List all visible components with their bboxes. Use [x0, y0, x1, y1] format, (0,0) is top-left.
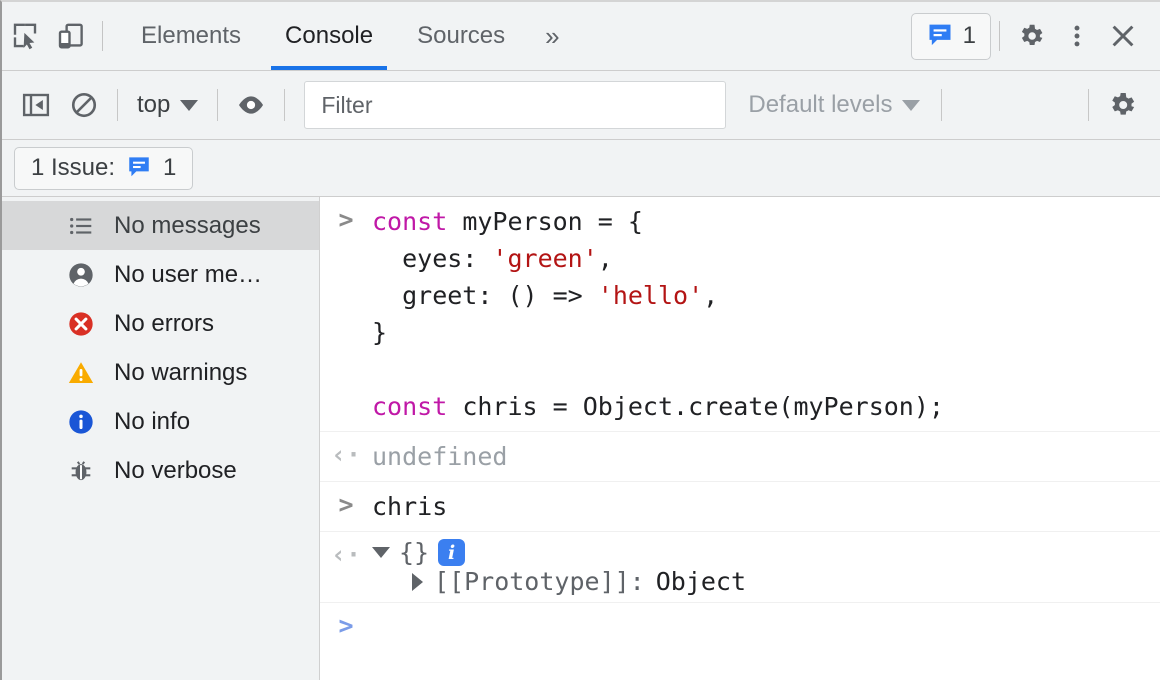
- console-input-code: chris: [372, 492, 448, 521]
- result-undefined-value: undefined: [372, 442, 508, 471]
- filter-input[interactable]: [319, 90, 712, 120]
- tab-sources-label: Sources: [417, 22, 506, 49]
- object-summary-row[interactable]: {} i: [372, 538, 746, 567]
- code-text: myPerson = {: [447, 207, 643, 236]
- tab-bar-actions: 1: [910, 12, 1160, 60]
- console-prompt-row[interactable]: >: [320, 603, 1160, 644]
- input-marker-icon: >: [338, 205, 354, 234]
- prototype-row[interactable]: [[Prototype]]: Object: [372, 567, 746, 596]
- sidebar-item-info-label: No info: [114, 407, 191, 435]
- code-text: chris = Object.create(myPerson);: [447, 392, 944, 421]
- toolbar-divider: [941, 89, 943, 121]
- sidebar-item-errors-label: No errors: [114, 309, 215, 337]
- show-console-sidebar-icon[interactable]: [12, 82, 60, 128]
- tab-elements[interactable]: Elements: [119, 2, 263, 70]
- console-toolbar-actions: [1079, 82, 1160, 128]
- code-text: }: [372, 318, 388, 347]
- sidebar-item-verbose-label: No verbose: [114, 456, 237, 484]
- issues-strip: 1 Issue: 1: [2, 140, 1160, 197]
- input-marker-icon: >: [338, 490, 354, 519]
- list-icon: [66, 211, 96, 241]
- prototype-label: [[Prototype]]:: [434, 567, 645, 596]
- verbose-bug-icon: [66, 456, 96, 486]
- tab-console[interactable]: Console: [263, 2, 395, 70]
- console-sidebar: No messages No user me… No errors No war…: [2, 197, 320, 680]
- info-icon: [66, 407, 96, 437]
- kebab-menu-icon[interactable]: [1054, 13, 1100, 59]
- toolbar-divider: [117, 89, 118, 121]
- warning-icon: [66, 358, 96, 388]
- inspect-cursor-icon[interactable]: [2, 13, 48, 59]
- object-brace: {}: [399, 538, 430, 567]
- sidebar-item-messages-label: No messages: [114, 211, 261, 239]
- sidebar-item-errors[interactable]: No errors: [2, 299, 319, 348]
- user-icon: [66, 260, 96, 290]
- toolbar-divider: [284, 89, 286, 121]
- string-hello: 'hello': [597, 281, 704, 310]
- code-text: ,: [703, 281, 719, 310]
- sidebar-item-user-messages-label: No user me…: [114, 260, 263, 288]
- tab-elements-label: Elements: [141, 22, 242, 49]
- code-text: greet: () =>: [372, 281, 598, 310]
- console-input-entry[interactable]: > const myPerson = { eyes: 'green', gree…: [320, 197, 1160, 432]
- issues-count: 1: [962, 22, 976, 49]
- code-text: ,: [597, 244, 613, 273]
- output-marker-icon: ‹·: [330, 440, 362, 469]
- execution-context-label: top: [137, 91, 171, 118]
- more-tabs-icon[interactable]: »: [527, 21, 574, 52]
- gear-icon[interactable]: [1008, 13, 1054, 59]
- devtools-tab-bar: Elements Console Sources » 1: [2, 2, 1160, 71]
- prototype-value: Object: [655, 567, 747, 596]
- toolbar-divider: [217, 89, 219, 121]
- log-levels-selector[interactable]: Default levels: [736, 91, 932, 119]
- sidebar-item-user-messages[interactable]: No user me…: [2, 250, 319, 299]
- log-levels-label: Default levels: [748, 91, 893, 118]
- sidebar-item-warnings-label: No warnings: [114, 358, 248, 386]
- device-toolbar-icon[interactable]: [48, 13, 94, 59]
- issues-label: 1 Issue:: [31, 154, 116, 181]
- console-toolbar: top Default levels: [2, 71, 1160, 140]
- toolbar-divider: [1088, 89, 1089, 121]
- error-icon: [66, 309, 96, 339]
- console-message-list: > const myPerson = { eyes: 'green', gree…: [320, 197, 1160, 680]
- sidebar-item-info[interactable]: No info: [2, 397, 319, 446]
- issue-bubble-icon: [926, 20, 954, 53]
- expand-triangle-right-icon[interactable]: [412, 572, 423, 591]
- toolbar-divider: [102, 21, 103, 51]
- console-result-undefined: ‹· undefined: [320, 432, 1160, 482]
- sidebar-item-warnings[interactable]: No warnings: [2, 348, 319, 397]
- filter-input-wrapper[interactable]: [304, 81, 727, 129]
- console-settings-gear-icon[interactable]: [1098, 82, 1146, 128]
- string-green: 'green': [492, 244, 598, 273]
- issue-bubble-icon: [126, 153, 152, 184]
- toolbar-divider: [999, 21, 1000, 51]
- devtools-window: Elements Console Sources » 1 top Filter …: [0, 0, 1160, 680]
- console-body: No messages No user me… No errors No war…: [2, 197, 1160, 680]
- chevron-down-icon: [902, 99, 921, 111]
- execution-context-selector[interactable]: top: [127, 91, 208, 119]
- live-expressions-eye-icon[interactable]: [227, 82, 275, 128]
- panel-tabs: Elements Console Sources »: [119, 2, 575, 70]
- console-input-entry[interactable]: > chris: [320, 482, 1160, 532]
- console-input-code: const myPerson = { eyes: 'green', greet:…: [372, 203, 944, 425]
- sidebar-item-messages[interactable]: No messages: [2, 201, 319, 250]
- sidebar-item-verbose[interactable]: No verbose: [2, 446, 319, 495]
- keyword-const: const: [372, 207, 448, 236]
- output-marker-icon: ‹·: [330, 540, 362, 569]
- close-icon[interactable]: [1100, 13, 1146, 59]
- prompt-marker-icon: >: [338, 611, 354, 640]
- console-result-object: ‹· {} i [[Prototype]]: Object: [320, 532, 1160, 603]
- object-info-badge-icon[interactable]: i: [438, 539, 466, 566]
- issues-counter-button[interactable]: 1: [910, 12, 991, 60]
- chevron-down-icon: [180, 99, 199, 111]
- issues-strip-count: 1: [163, 154, 177, 181]
- object-inspector: {} i [[Prototype]]: Object: [372, 538, 746, 596]
- expand-triangle-down-icon[interactable]: [372, 547, 390, 558]
- tab-console-label: Console: [285, 22, 374, 49]
- clear-console-icon[interactable]: [60, 82, 108, 128]
- tab-sources[interactable]: Sources: [395, 2, 527, 70]
- keyword-const: const: [372, 392, 448, 421]
- issues-message-button[interactable]: 1 Issue: 1: [14, 146, 194, 190]
- code-text: eyes:: [372, 244, 493, 273]
